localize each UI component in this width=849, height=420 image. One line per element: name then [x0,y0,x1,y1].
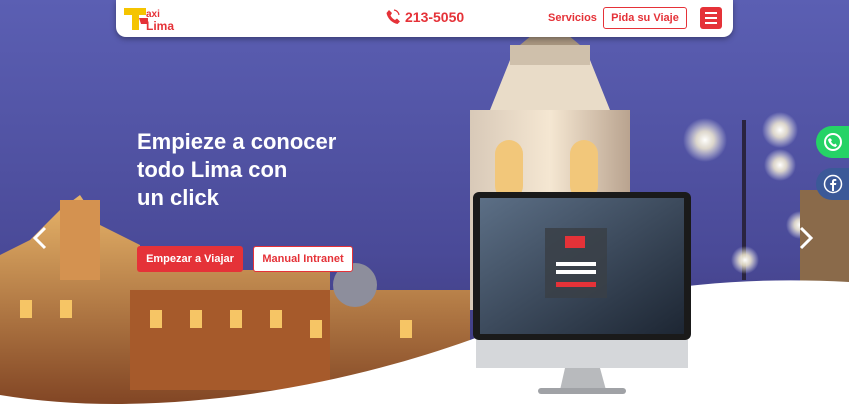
taxi-lima-logo[interactable]: axi Lima [124,4,184,34]
hero-title: Empieze a conocer todo Lima con un click [137,128,397,212]
manual-intranet-button[interactable]: Manual Intranet [253,246,353,272]
hero-title-line: todo Lima con [137,157,288,182]
chevron-right-icon[interactable] [798,226,814,257]
top-navbar: axi Lima 213-5050 Servicios Pida su Viaj… [116,0,733,37]
request-trip-button[interactable]: Pida su Viaje [603,7,687,29]
hero-banner: axi Lima 213-5050 Servicios Pida su Viaj… [0,0,849,420]
phone-contact[interactable]: 213-5050 [386,9,464,25]
menu-icon[interactable] [700,7,722,29]
hero-title-line: un click [137,185,219,210]
phone-icon [386,9,400,24]
start-trip-button[interactable]: Empezar a Viajar [137,246,243,272]
whatsapp-icon[interactable] [816,126,849,158]
nav-link-servicios[interactable]: Servicios [548,12,597,24]
monitor-illustration [473,192,691,394]
chevron-left-icon[interactable] [32,226,48,257]
facebook-icon[interactable] [816,168,849,200]
hero-title-line: Empieze a conocer [137,129,337,154]
svg-text:Lima: Lima [146,19,174,33]
hero-background-image [0,0,849,420]
phone-number: 213-5050 [405,9,465,25]
